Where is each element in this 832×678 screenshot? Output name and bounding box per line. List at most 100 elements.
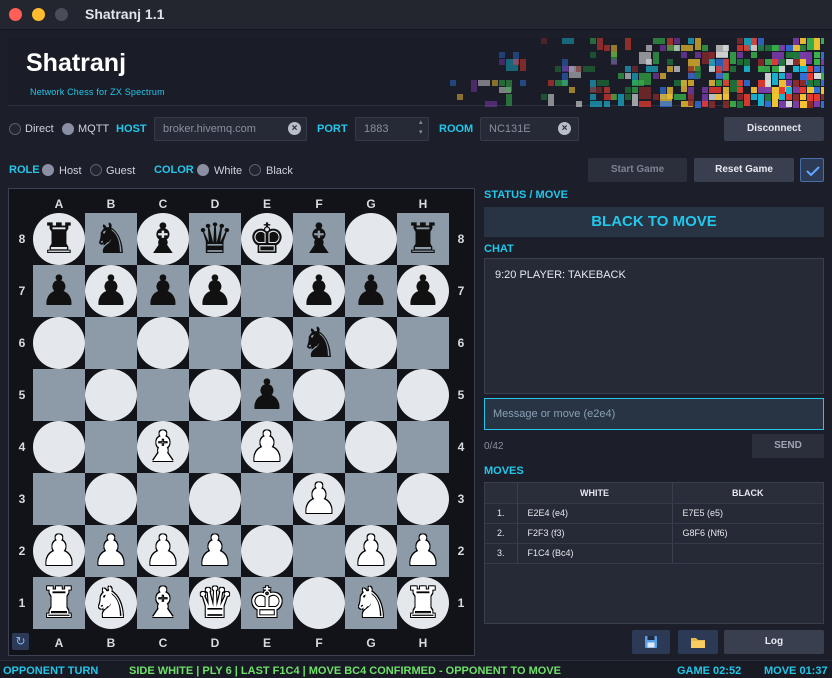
black-queen-piece[interactable]: ♛ [189, 213, 241, 265]
black-pawn-piece[interactable]: ♟ [33, 265, 85, 317]
black-bishop-piece[interactable]: ♝ [293, 213, 345, 265]
square-b5[interactable] [85, 369, 137, 421]
square-d3[interactable] [189, 473, 241, 525]
mosaic-tile [597, 80, 609, 86]
message-input[interactable]: Message or move (e2e4) [484, 398, 824, 430]
square-h5[interactable] [397, 369, 449, 421]
square-h3[interactable] [397, 473, 449, 525]
black-pawn-piece[interactable]: ♟ [241, 369, 293, 421]
black-pawn-piece[interactable]: ♟ [137, 265, 189, 317]
white-radio[interactable] [197, 164, 209, 176]
square-b4[interactable] [85, 421, 137, 473]
move-row[interactable]: 2. F2F3 (f3) G8F6 (Nf6) [485, 523, 823, 544]
white-knight-piece[interactable]: ♞ [85, 577, 137, 629]
black-rook-piece[interactable]: ♜ [33, 213, 85, 265]
square-e3[interactable] [241, 473, 293, 525]
square-c5[interactable] [137, 369, 189, 421]
chess-board[interactable]: ♜ ♞ ♝ ♛ ♚ ♝ ♜ ♟ ♟ ♟ ♟ ♟ ♟ ♟ ♞ ♟ ♝ ♟ ♟ ♟ ♟ ♟ ♟ ♟ ♟ ♜ ♞ ♝ ♛ ♚ ♞ ♜ [33, 213, 449, 629]
black-pawn-piece[interactable]: ♟ [85, 265, 137, 317]
square-a6[interactable] [33, 317, 85, 369]
white-knight-piece[interactable]: ♞ [345, 577, 397, 629]
square-a3[interactable] [33, 473, 85, 525]
mosaic-tile [758, 45, 764, 51]
square-d5[interactable] [189, 369, 241, 421]
sound-toggle[interactable] [800, 158, 824, 182]
black-move: G8F6 (Nf6) [672, 523, 823, 544]
square-g4[interactable] [345, 421, 397, 473]
rotate-board-icon[interactable]: ↻ [12, 633, 29, 650]
start-game-button[interactable]: Start Game [588, 158, 687, 182]
square-a4[interactable] [33, 421, 85, 473]
direct-radio[interactable] [9, 123, 21, 135]
black-knight-piece[interactable]: ♞ [293, 317, 345, 369]
port-input[interactable]: 1883 [355, 117, 429, 141]
square-d4[interactable] [189, 421, 241, 473]
black-bishop-piece[interactable]: ♝ [137, 213, 189, 265]
square-e6[interactable] [241, 317, 293, 369]
square-e7[interactable] [241, 265, 293, 317]
square-g6[interactable] [345, 317, 397, 369]
mqtt-radio[interactable] [62, 123, 74, 135]
white-rook-piece[interactable]: ♜ [33, 577, 85, 629]
mosaic-tile [737, 45, 743, 51]
square-g8[interactable] [345, 213, 397, 265]
white-bishop-piece[interactable]: ♝ [137, 577, 189, 629]
mosaic-tile [625, 66, 631, 72]
square-e2[interactable] [241, 525, 293, 577]
move-row[interactable]: 3. F1C4 (Bc4) [485, 543, 823, 564]
close-window-button[interactable] [9, 8, 22, 21]
white-pawn-piece[interactable]: ♟ [137, 525, 189, 577]
clear-room-icon[interactable]: × [558, 122, 571, 135]
square-f4[interactable] [293, 421, 345, 473]
mosaic-tile [821, 38, 824, 44]
square-g5[interactable] [345, 369, 397, 421]
black-knight-piece[interactable]: ♞ [85, 213, 137, 265]
white-queen-piece[interactable]: ♛ [189, 577, 241, 629]
black-pawn-piece[interactable]: ♟ [189, 265, 241, 317]
move-row[interactable]: 1. E2E4 (e4) E7E5 (e5) [485, 503, 823, 524]
white-pawn-piece[interactable]: ♟ [189, 525, 241, 577]
square-b3[interactable] [85, 473, 137, 525]
host-input[interactable]: broker.hivemq.com [154, 117, 307, 141]
zoom-window-button[interactable] [55, 8, 68, 21]
open-button[interactable] [678, 630, 718, 654]
white-bishop-piece[interactable]: ♝ [137, 421, 189, 473]
guest-radio[interactable] [90, 164, 102, 176]
square-f2[interactable] [293, 525, 345, 577]
square-f5[interactable] [293, 369, 345, 421]
white-pawn-piece[interactable]: ♟ [33, 525, 85, 577]
minimize-window-button[interactable] [32, 8, 45, 21]
square-c3[interactable] [137, 473, 189, 525]
black-radio[interactable] [249, 164, 261, 176]
save-button[interactable] [632, 630, 670, 654]
white-move: F2F3 (f3) [517, 523, 673, 544]
black-king-piece[interactable]: ♚ [241, 213, 293, 265]
black-rook-piece[interactable]: ♜ [397, 213, 449, 265]
black-pawn-piece[interactable]: ♟ [345, 265, 397, 317]
square-b6[interactable] [85, 317, 137, 369]
mosaic-tile [723, 101, 729, 108]
white-pawn-piece[interactable]: ♟ [293, 473, 345, 525]
white-rook-piece[interactable]: ♜ [397, 577, 449, 629]
square-c6[interactable] [137, 317, 189, 369]
disconnect-button[interactable]: Disconnect [724, 117, 824, 141]
square-d6[interactable] [189, 317, 241, 369]
white-pawn-piece[interactable]: ♟ [397, 525, 449, 577]
square-h4[interactable] [397, 421, 449, 473]
port-stepper-icon[interactable]: ▴ ▾ [419, 118, 423, 138]
clear-host-icon[interactable]: × [288, 122, 301, 135]
white-king-piece[interactable]: ♚ [241, 577, 293, 629]
black-pawn-piece[interactable]: ♟ [397, 265, 449, 317]
white-pawn-piece[interactable]: ♟ [85, 525, 137, 577]
square-g3[interactable] [345, 473, 397, 525]
log-button[interactable]: Log [724, 630, 824, 654]
reset-game-button[interactable]: Reset Game [694, 158, 794, 182]
send-button[interactable]: SEND [752, 434, 824, 458]
square-f1[interactable] [293, 577, 345, 629]
white-pawn-piece[interactable]: ♟ [345, 525, 397, 577]
white-pawn-piece[interactable]: ♟ [241, 421, 293, 473]
square-h6[interactable] [397, 317, 449, 369]
square-a5[interactable] [33, 369, 85, 421]
host-radio[interactable] [42, 164, 54, 176]
black-pawn-piece[interactable]: ♟ [293, 265, 345, 317]
